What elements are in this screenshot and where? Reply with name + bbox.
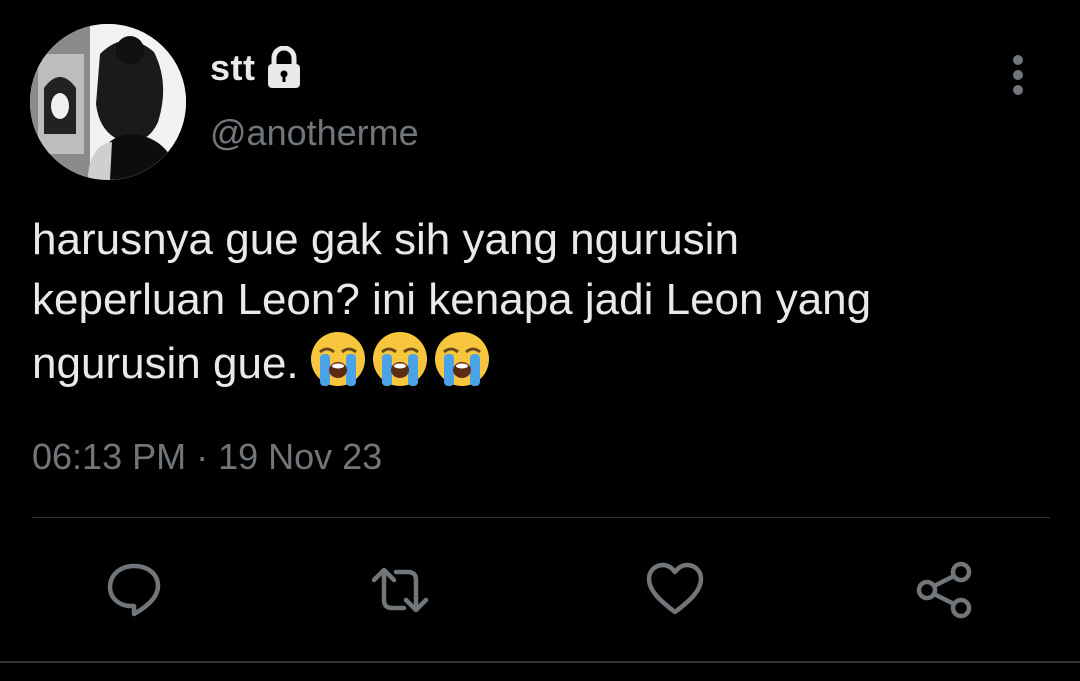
reply-button[interactable] [104,560,164,620]
reply-icon [107,563,161,617]
like-button[interactable] [645,560,705,620]
loudly-crying-face-icon [371,330,429,388]
name-row: stt [210,44,304,92]
divider [32,517,1050,518]
heart-icon [646,562,704,615]
emoji-row [309,330,491,388]
share-button[interactable] [915,560,975,620]
avatar[interactable] [30,24,186,180]
more-vertical-icon[interactable] [1000,52,1036,100]
tweet-text: harusnya gue gak sih yang ngurusin keper… [32,210,1052,394]
loudly-crying-face-icon [309,330,367,388]
display-name[interactable]: stt [210,47,256,89]
divider-bottom [0,661,1080,663]
share-icon [916,561,972,619]
tweet-card: stt @anotherme harusnya gue gak sih yang… [0,0,1080,681]
user-handle[interactable]: @anotherme [210,112,419,154]
tweet-timestamp[interactable]: 06:13 PM · 19 Nov 23 [32,436,382,478]
retweet-button[interactable] [370,560,430,620]
retweet-icon [371,567,429,613]
lock-icon [264,45,304,90]
loudly-crying-face-icon [433,330,491,388]
